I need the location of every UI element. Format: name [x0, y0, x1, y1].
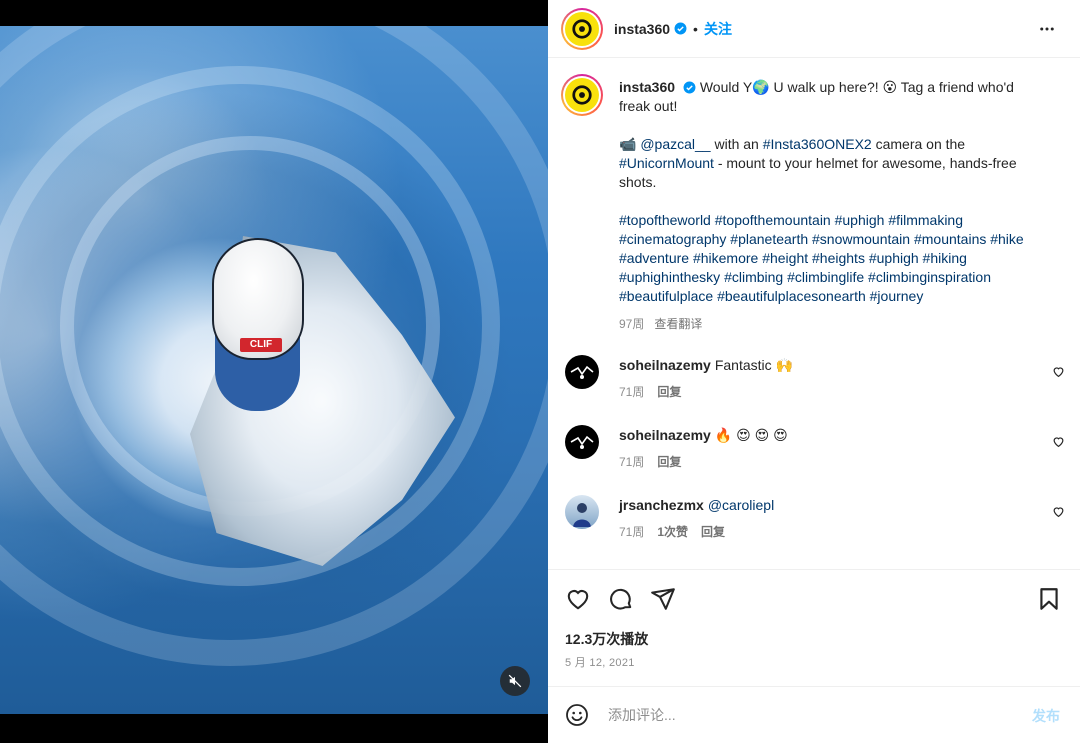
like-comment-heart-icon[interactable] — [1052, 365, 1065, 378]
like-comment-heart-icon[interactable] — [1052, 435, 1065, 448]
comment-meta: 71周 1次赞 回复 — [619, 523, 738, 540]
speaker-muted-icon — [508, 674, 522, 688]
action-bar: 12.3万次播放 5 月 12, 2021 — [548, 569, 1080, 685]
separator-dot: • — [693, 20, 698, 37]
mention-link[interactable]: @pazcal__ — [640, 136, 710, 152]
header-username[interactable]: insta360 — [614, 21, 670, 37]
caption-meta: 97周 查看翻译 — [619, 315, 1044, 334]
video-player[interactable]: CLIF — [0, 26, 548, 714]
comment-body: Fantastic 🙌 — [714, 357, 793, 373]
comment-age: 71周 — [619, 385, 645, 399]
save-bookmark-icon[interactable] — [1036, 586, 1062, 612]
mention-link[interactable]: @caroliepl — [708, 497, 774, 513]
camera-emoji: 📹 — [619, 136, 637, 152]
avatar[interactable] — [565, 425, 599, 459]
avatar[interactable] — [565, 355, 599, 389]
insta360-logo-icon — [572, 85, 592, 105]
caption-line1-b: U walk up here?! — [769, 79, 883, 95]
reply-button[interactable]: 回复 — [657, 385, 681, 399]
caption-text-segment: camera on the — [871, 136, 966, 152]
caption-line1-a: Would Y — [699, 79, 753, 95]
verified-badge-icon — [683, 81, 696, 94]
surprised-emoji: 😮 — [882, 79, 898, 95]
comment-username[interactable]: soheilnazemy — [619, 427, 711, 443]
reply-button[interactable]: 回复 — [657, 455, 681, 469]
post-date: 5 月 12, 2021 — [565, 657, 635, 669]
comment-age: 71周 — [619, 455, 645, 469]
verified-badge-icon — [674, 22, 687, 35]
emoji-smiley-icon[interactable] — [565, 703, 589, 727]
hashtag-link[interactable]: #Insta360ONEX2 — [763, 136, 872, 152]
comment-bubble-icon[interactable] — [608, 586, 634, 612]
insta360-logo-icon — [572, 18, 592, 39]
comment-like-count[interactable]: 1次赞 — [657, 525, 688, 539]
caption-age: 97周 — [619, 317, 645, 331]
comment-input[interactable] — [608, 703, 1008, 727]
mute-button[interactable] — [500, 666, 530, 696]
more-options-icon[interactable] — [1038, 20, 1056, 38]
globe-emoji: 🌍 — [752, 79, 770, 95]
comment-text: soheilnazemy Fantastic 🙌 — [619, 356, 1019, 374]
comment-text: soheilnazemy 🔥 😍 😍 😍 — [619, 426, 1019, 444]
caption-text-segment: with an — [710, 136, 763, 152]
share-send-icon[interactable] — [650, 586, 676, 612]
comments-scroll-area[interactable]: insta360 Would Y🌍 U walk up here?! 😮 Tag… — [548, 58, 1080, 569]
media-panel: CLIF — [0, 0, 548, 743]
comment-body: 🔥 😍 😍 😍 — [714, 427, 788, 443]
comment-age: 71周 — [619, 525, 645, 539]
avatar-art-icon — [570, 435, 594, 449]
comment-meta: 71周 回复 — [619, 383, 694, 400]
reply-button[interactable]: 回复 — [701, 525, 725, 539]
view-count[interactable]: 12.3万次播放 — [565, 629, 648, 649]
avatar-person-icon — [573, 503, 591, 527]
follow-button[interactable]: 关注 — [704, 19, 732, 39]
avatar[interactable] — [565, 495, 599, 529]
caption-username[interactable]: insta360 — [619, 79, 675, 95]
comment-username[interactable]: soheilnazemy — [619, 357, 711, 373]
hashtag-list[interactable]: #topoftheworld #topofthemountain #uphigh… — [619, 211, 1044, 306]
avatar[interactable] — [561, 74, 603, 116]
post-header: insta360 • 关注 — [548, 0, 1080, 58]
avatar[interactable] — [561, 7, 603, 50]
see-translation-link[interactable]: 查看翻译 — [654, 317, 702, 331]
add-comment-bar: 发布 — [548, 686, 1080, 743]
avatar-art-icon — [570, 365, 594, 379]
hashtag-link[interactable]: #UnicornMount — [619, 155, 714, 171]
post-comment-button[interactable]: 发布 — [1032, 706, 1060, 726]
comment-meta: 71周 回复 — [619, 453, 694, 470]
media-top-strip — [0, 0, 548, 26]
comment-text: jrsanchezmx @caroliepl — [619, 496, 1019, 514]
like-comment-heart-icon[interactable] — [1052, 505, 1065, 518]
helmet-logo-patch: CLIF — [240, 338, 282, 352]
post-panel: insta360 • 关注 insta360 Would Y🌍 U walk u… — [548, 0, 1080, 743]
like-heart-icon[interactable] — [565, 586, 591, 612]
caption-text: insta360 Would Y🌍 U walk up here?! 😮 Tag… — [619, 78, 1044, 334]
comment-username[interactable]: jrsanchezmx — [619, 497, 704, 513]
